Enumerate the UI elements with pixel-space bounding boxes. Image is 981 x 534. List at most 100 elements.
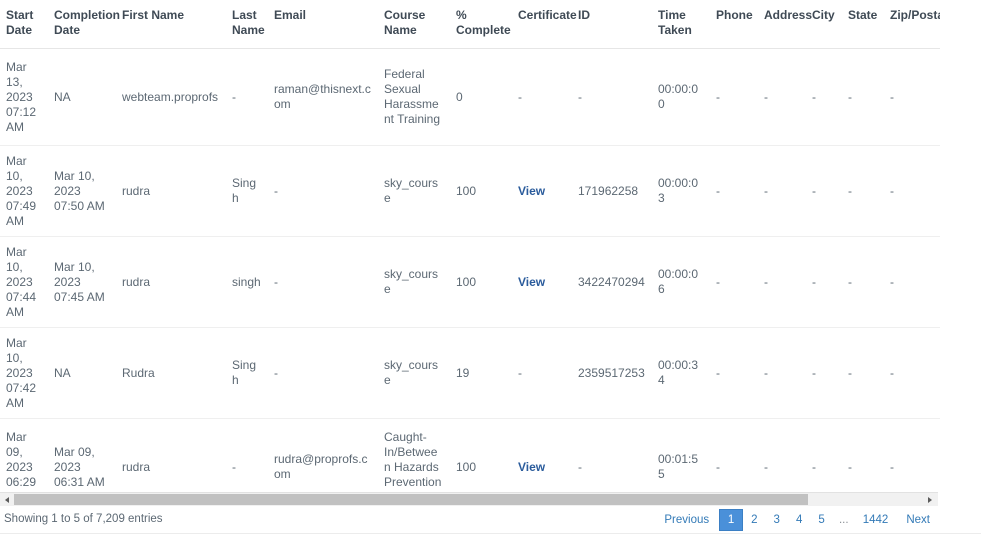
cell-id: -	[572, 418, 652, 491]
cell-first-name: rudra	[116, 236, 226, 328]
pagination-page-last[interactable]: 1442	[854, 509, 897, 531]
column-header-certificate[interactable]: Certificate	[512, 0, 577, 49]
cell-course-name: sky_course	[378, 145, 450, 237]
scrollbar-thumb[interactable]	[14, 494, 808, 505]
cell-certificate: View	[512, 236, 572, 328]
pagination-next[interactable]: Next	[896, 509, 938, 531]
column-header-first-name[interactable]: First Name	[116, 0, 226, 49]
cell-last-name: Singh	[226, 327, 268, 419]
cell-percent-complete: 100	[450, 236, 512, 328]
cell-state: -	[842, 236, 884, 328]
cell-first-name: rudra	[116, 145, 226, 237]
cell-state: -	[842, 145, 884, 237]
cell-completion-date: NA	[48, 327, 116, 419]
pagination-page-4[interactable]: 4	[787, 509, 811, 531]
cell-state: -	[842, 48, 884, 146]
table-row[interactable]: Mar 10, 2023 07:49 AM Mar 10, 2023 07:50…	[0, 145, 940, 237]
view-certificate-link[interactable]: View	[518, 460, 545, 474]
chevron-left-icon	[5, 497, 9, 503]
cell-last-name: -	[226, 48, 268, 146]
pagination-page-2[interactable]: 2	[743, 509, 766, 531]
table-row[interactable]: Mar 13, 2023 07:12 AM NA webteam.proprof…	[0, 48, 940, 146]
cell-percent-complete: 100	[450, 418, 512, 491]
column-header-percent-complete[interactable]: % Complete	[450, 0, 512, 49]
column-header-time-taken[interactable]: Time Taken	[652, 0, 710, 49]
cell-completion-date: Mar 09, 2023 06:31 AM	[48, 418, 116, 491]
cell-time-taken: 00:01:55	[652, 418, 710, 491]
cell-percent-complete: 0	[450, 48, 512, 146]
cell-time-taken: 00:00:34	[652, 327, 710, 419]
cell-zip-postal: -	[884, 418, 940, 491]
cell-first-name: rudra	[116, 418, 226, 491]
table-footer: Showing 1 to 5 of 7,209 entries Previous…	[0, 508, 981, 534]
table-scroll-viewport[interactable]: Start Date Completion Date First Name La…	[0, 0, 940, 491]
cell-email: -	[268, 236, 378, 328]
cell-email: -	[268, 327, 378, 419]
column-header-course-name[interactable]: Course Name	[378, 0, 450, 49]
cell-time-taken: 00:00:00	[652, 48, 710, 146]
view-certificate-link[interactable]: View	[518, 275, 545, 289]
cell-time-taken: 00:00:06	[652, 236, 710, 328]
scroll-left-button[interactable]	[0, 493, 14, 506]
pagination-ellipsis: ...	[832, 509, 855, 531]
cell-start-date: Mar 09, 2023 06:29 AM	[0, 418, 48, 491]
cell-last-name: Singh	[226, 145, 268, 237]
cell-email: -	[268, 145, 378, 237]
cell-course-name: sky_course	[378, 327, 450, 419]
column-header-email[interactable]: Email	[268, 0, 378, 49]
cell-completion-date: Mar 10, 2023 07:45 AM	[48, 236, 116, 328]
cell-certificate: View	[512, 145, 572, 237]
cell-address: -	[758, 48, 806, 146]
cell-certificate: -	[512, 327, 572, 419]
view-certificate-link[interactable]: View	[518, 184, 545, 198]
cell-last-name: -	[226, 418, 268, 491]
cell-completion-date: NA	[48, 48, 116, 146]
cell-phone: -	[710, 418, 758, 491]
cell-state: -	[842, 327, 884, 419]
cell-address: -	[758, 327, 806, 419]
column-header-last-name[interactable]: Last Name	[226, 0, 268, 49]
pagination-previous[interactable]: Previous	[656, 509, 720, 531]
cell-course-name: Caught-In/Between Hazards Prevention Tra…	[378, 418, 450, 491]
column-header-city[interactable]: City	[806, 0, 842, 49]
cell-first-name: webteam.proprofs	[116, 48, 226, 146]
table-body: Mar 13, 2023 07:12 AM NA webteam.proprof…	[0, 48, 940, 491]
column-header-address[interactable]: Address	[758, 0, 812, 49]
training-report-table: Start Date Completion Date First Name La…	[0, 0, 940, 491]
cell-phone: -	[710, 48, 758, 146]
column-header-state[interactable]: State	[842, 0, 884, 49]
table-row[interactable]: Mar 10, 2023 07:42 AM NA Rudra Singh - s…	[0, 327, 940, 419]
cell-course-name: Federal Sexual Harassment Training	[378, 48, 450, 146]
cell-id: 171962258	[572, 145, 652, 237]
scroll-right-button[interactable]	[924, 493, 938, 506]
cell-zip-postal: -	[884, 48, 940, 146]
cell-id: 3422470294	[572, 236, 652, 328]
report-page: Start Date Completion Date First Name La…	[0, 0, 981, 534]
table-row[interactable]: Mar 10, 2023 07:44 AM Mar 10, 2023 07:45…	[0, 236, 940, 328]
cell-zip-postal: -	[884, 327, 940, 419]
column-header-zip-postal[interactable]: Zip/Postal	[884, 0, 940, 49]
horizontal-scrollbar[interactable]	[0, 492, 938, 506]
cell-city: -	[806, 418, 842, 491]
pagination-page-5[interactable]: 5	[810, 509, 833, 531]
cell-phone: -	[710, 327, 758, 419]
column-header-start-date[interactable]: Start Date	[0, 0, 48, 49]
column-header-completion-date[interactable]: Completion Date	[48, 0, 120, 49]
column-header-phone[interactable]: Phone	[710, 0, 758, 49]
cell-time-taken: 00:00:03	[652, 145, 710, 237]
column-header-id[interactable]: ID	[572, 0, 652, 49]
cell-city: -	[806, 145, 842, 237]
certificate-value: -	[518, 365, 522, 380]
cell-completion-date: Mar 10, 2023 07:50 AM	[48, 145, 116, 237]
pagination: Previous 1 2 3 4 5 ... 1442 Next	[656, 508, 938, 532]
certificate-value: -	[518, 89, 522, 104]
pagination-page-1[interactable]: 1	[719, 509, 744, 531]
table-row[interactable]: Mar 09, 2023 06:29 AM Mar 09, 2023 06:31…	[0, 418, 940, 491]
cell-certificate: View	[512, 418, 572, 491]
cell-phone: -	[710, 145, 758, 237]
cell-phone: -	[710, 236, 758, 328]
chevron-right-icon	[928, 497, 932, 503]
pagination-page-3[interactable]: 3	[765, 509, 788, 531]
table-header: Start Date Completion Date First Name La…	[0, 0, 940, 49]
cell-city: -	[806, 48, 842, 146]
